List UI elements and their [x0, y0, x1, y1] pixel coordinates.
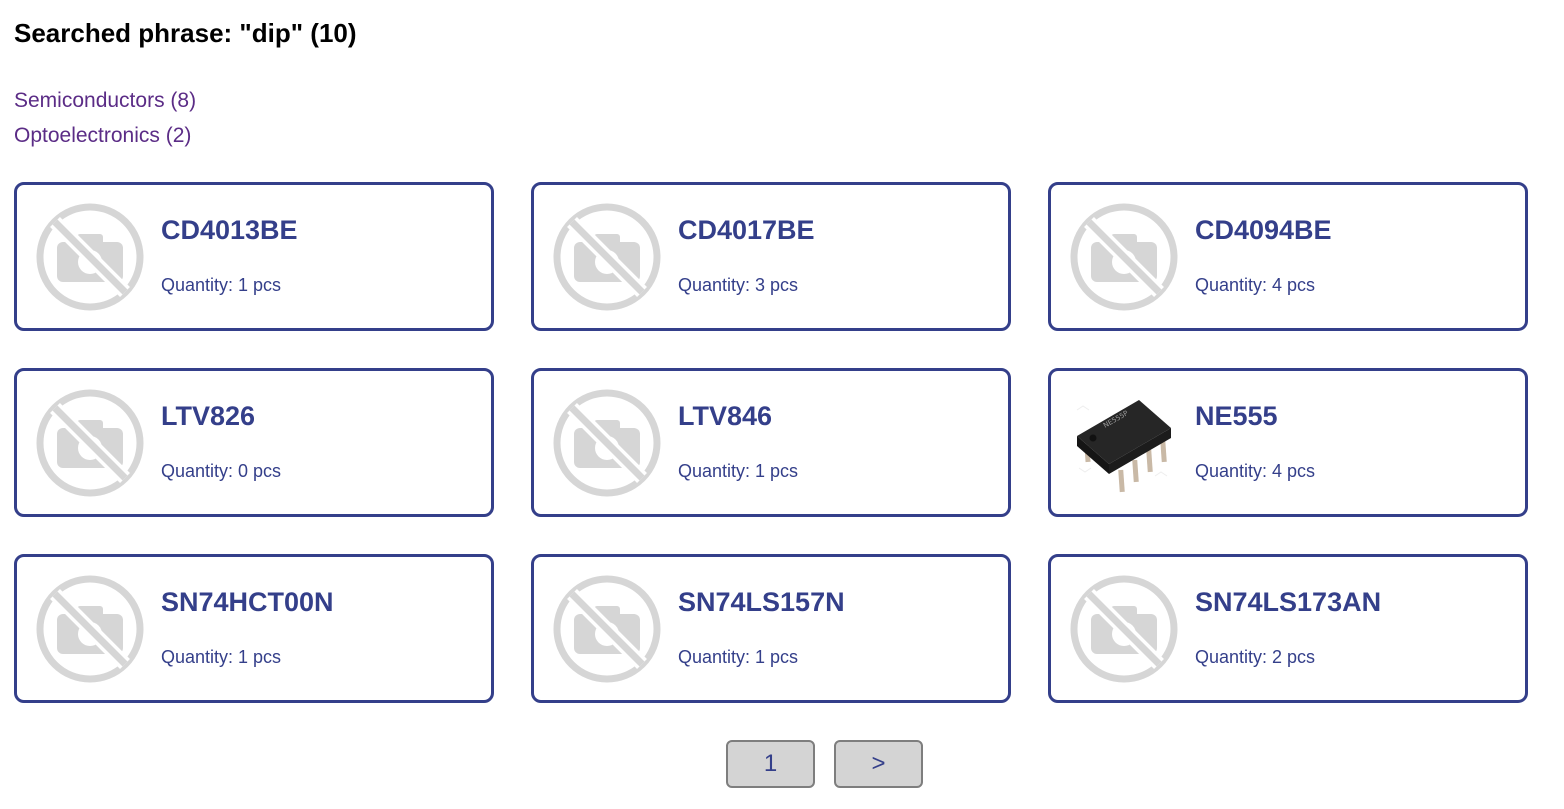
product-grid: CD4013BE Quantity: 1 pcs CD4017BE Quanti…	[14, 182, 1528, 703]
product-quantity: Quantity: 4 pcs	[1195, 275, 1316, 295]
product-quantity: Quantity: 1 pcs	[678, 647, 799, 667]
product-quantity: Quantity: 0 pcs	[161, 461, 282, 481]
no-image-icon	[552, 574, 662, 684]
product-card[interactable]: NE555P NE555 Quantity: 4 pcs	[1048, 368, 1528, 517]
category-list: Semiconductors (8) Optoelectronics (2)	[14, 83, 196, 153]
product-name: LTV826	[161, 401, 256, 431]
product-quantity: Quantity: 1 pcs	[161, 275, 282, 295]
no-image-icon	[35, 202, 145, 312]
product-quantity: Quantity: 1 pcs	[678, 461, 799, 481]
no-image-icon	[1069, 202, 1179, 312]
product-name: NE555	[1195, 401, 1278, 431]
no-image-icon	[552, 202, 662, 312]
pagination: 1 >	[726, 740, 923, 788]
product-name: CD4094BE	[1195, 215, 1332, 245]
product-name: LTV846	[678, 401, 773, 431]
product-card[interactable]: LTV826 Quantity: 0 pcs	[14, 368, 494, 517]
no-image-icon	[1069, 574, 1179, 684]
product-card[interactable]: CD4013BE Quantity: 1 pcs	[14, 182, 494, 331]
product-quantity: Quantity: 1 pcs	[161, 647, 282, 667]
product-quantity: Quantity: 3 pcs	[678, 275, 799, 295]
product-card[interactable]: CD4094BE Quantity: 4 pcs	[1048, 182, 1528, 331]
dip-chip-photo: NE555P	[1069, 388, 1179, 498]
product-name: SN74HCT00N	[161, 587, 334, 617]
product-quantity: Quantity: 2 pcs	[1195, 647, 1316, 667]
category-link-semiconductors[interactable]: Semiconductors (8)	[14, 83, 196, 118]
product-quantity: Quantity: 4 pcs	[1195, 461, 1316, 481]
next-page-button[interactable]: >	[834, 740, 923, 788]
product-card[interactable]: SN74LS157N Quantity: 1 pcs	[531, 554, 1011, 703]
product-name: SN74LS157N	[678, 587, 845, 617]
product-name: CD4013BE	[161, 215, 298, 245]
product-name: SN74LS173AN	[1195, 587, 1382, 617]
product-card[interactable]: SN74HCT00N Quantity: 1 pcs	[14, 554, 494, 703]
no-image-icon	[35, 574, 145, 684]
product-name: CD4017BE	[678, 215, 815, 245]
page-title: Searched phrase: "dip" (10)	[14, 18, 357, 48]
no-image-icon	[35, 388, 145, 498]
no-image-icon	[552, 388, 662, 498]
product-card[interactable]: SN74LS173AN Quantity: 2 pcs	[1048, 554, 1528, 703]
product-card[interactable]: CD4017BE Quantity: 3 pcs	[531, 182, 1011, 331]
category-link-optoelectronics[interactable]: Optoelectronics (2)	[14, 118, 196, 153]
product-card[interactable]: LTV846 Quantity: 1 pcs	[531, 368, 1011, 517]
page-button-current[interactable]: 1	[726, 740, 815, 788]
